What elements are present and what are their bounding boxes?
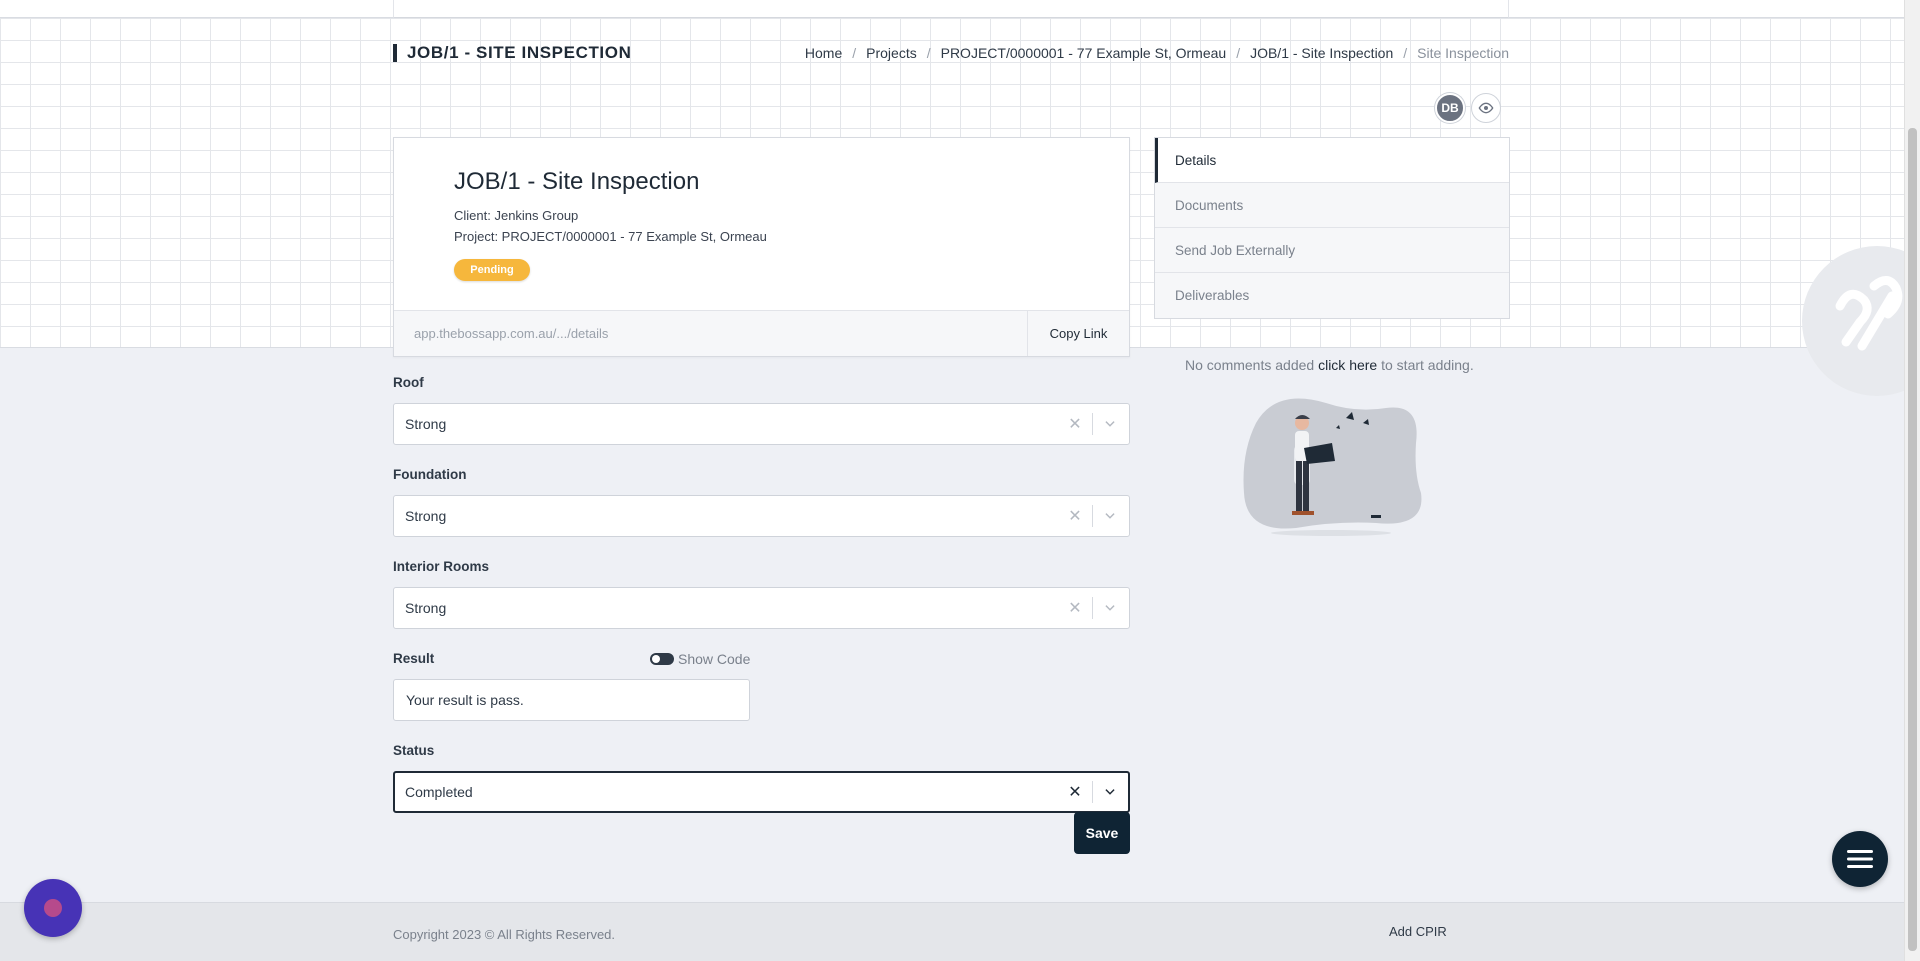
breadcrumb-project[interactable]: PROJECT/0000001 - 77 Example St, Ormeau [941,45,1227,61]
result-label: Result [393,651,435,666]
foundation-select[interactable]: Strong ✕ [393,495,1130,537]
breadcrumb: Home / Projects / PROJECT/0000001 - 77 E… [804,45,1509,61]
chevron-down-icon[interactable] [1099,597,1121,619]
breadcrumb-job[interactable]: JOB/1 - Site Inspection [1250,45,1393,61]
scrollbar-thumb[interactable] [1908,128,1917,951]
roof-value: Strong [405,416,447,432]
status-value: Completed [405,784,473,800]
status-select[interactable]: Completed ✕ [393,771,1130,813]
foundation-label: Foundation [393,467,467,482]
scrollbar[interactable] [1904,0,1920,961]
link-bar: app.thebossapp.com.au/.../details Copy L… [394,310,1129,356]
menu-fab-button[interactable] [1832,831,1888,887]
top-strip [0,0,1904,18]
clear-icon[interactable]: ✕ [1065,413,1085,435]
clear-icon[interactable]: ✕ [1065,781,1085,803]
status-label: Status [393,743,435,758]
interior-rooms-value: Strong [405,600,447,616]
chevron-down-icon[interactable] [1099,413,1121,435]
job-title: JOB/1 - Site Inspection [454,168,700,195]
chevron-down-icon[interactable] [1099,505,1121,527]
roof-label: Roof [393,375,424,390]
foundation-value: Strong [405,508,447,524]
job-card: JOB/1 - Site Inspection Client: Jenkins … [393,137,1130,357]
breadcrumb-home[interactable]: Home [805,45,842,61]
watchers: DB [1435,93,1501,123]
save-button[interactable]: Save [1074,812,1130,854]
empty-comments-illustration [1236,393,1426,543]
show-code-toggle[interactable]: Show Code [650,651,750,667]
title-row: JOB/1 - SITE INSPECTION Home / Projects … [393,40,1509,68]
side-tabs: Details Documents Send Job Externally De… [1154,137,1510,319]
chevron-down-icon[interactable] [1099,781,1121,803]
comments-empty-text: No comments added click here to start ad… [1185,357,1474,373]
avatar[interactable]: DB [1435,93,1465,123]
add-cpir-link[interactable]: Add CPIR [1389,924,1447,939]
footer: Copyright 2023 © All Rights Reserved. Ad… [0,902,1904,961]
job-client: Client: Jenkins Group [454,208,579,223]
tab-send-job-externally[interactable]: Send Job Externally [1155,228,1509,273]
copyright: Copyright 2023 © All Rights Reserved. [393,927,616,942]
comments-prefix: No comments added [1185,357,1315,373]
tab-deliverables[interactable]: Deliverables [1155,273,1509,318]
chat-icon [44,899,62,917]
job-project: Project: PROJECT/0000001 - 77 Example St… [454,229,767,244]
show-code-label: Show Code [678,651,751,667]
page-title: JOB/1 - SITE INSPECTION [393,44,631,62]
breadcrumb-projects[interactable]: Projects [866,45,917,61]
tab-documents[interactable]: Documents [1155,183,1509,228]
clear-icon[interactable]: ✕ [1065,597,1085,619]
roof-select[interactable]: Strong ✕ [393,403,1130,445]
comments-suffix: to start adding. [1381,357,1474,373]
eye-icon[interactable] [1471,93,1501,123]
copy-link-button[interactable]: Copy Link [1027,311,1129,356]
chat-widget-button[interactable] [24,879,82,937]
add-comment-link[interactable]: click here [1318,357,1377,373]
inspection-form: Roof Strong ✕ Foundation Strong ✕ Interi… [393,375,1130,835]
result-row: Result Show Code [393,651,1130,671]
toggle-switch[interactable] [650,653,674,665]
hamburger-icon [1847,850,1873,868]
tab-details[interactable]: Details [1155,138,1509,183]
breadcrumb-current: Site Inspection [1417,45,1509,61]
clear-icon[interactable]: ✕ [1065,505,1085,527]
result-field[interactable]: Your result is pass. [393,679,750,721]
interior-rooms-select[interactable]: Strong ✕ [393,587,1130,629]
job-link-url: app.thebossapp.com.au/.../details [414,326,609,341]
interior-rooms-label: Interior Rooms [393,559,490,574]
status-badge: Pending [454,259,530,281]
